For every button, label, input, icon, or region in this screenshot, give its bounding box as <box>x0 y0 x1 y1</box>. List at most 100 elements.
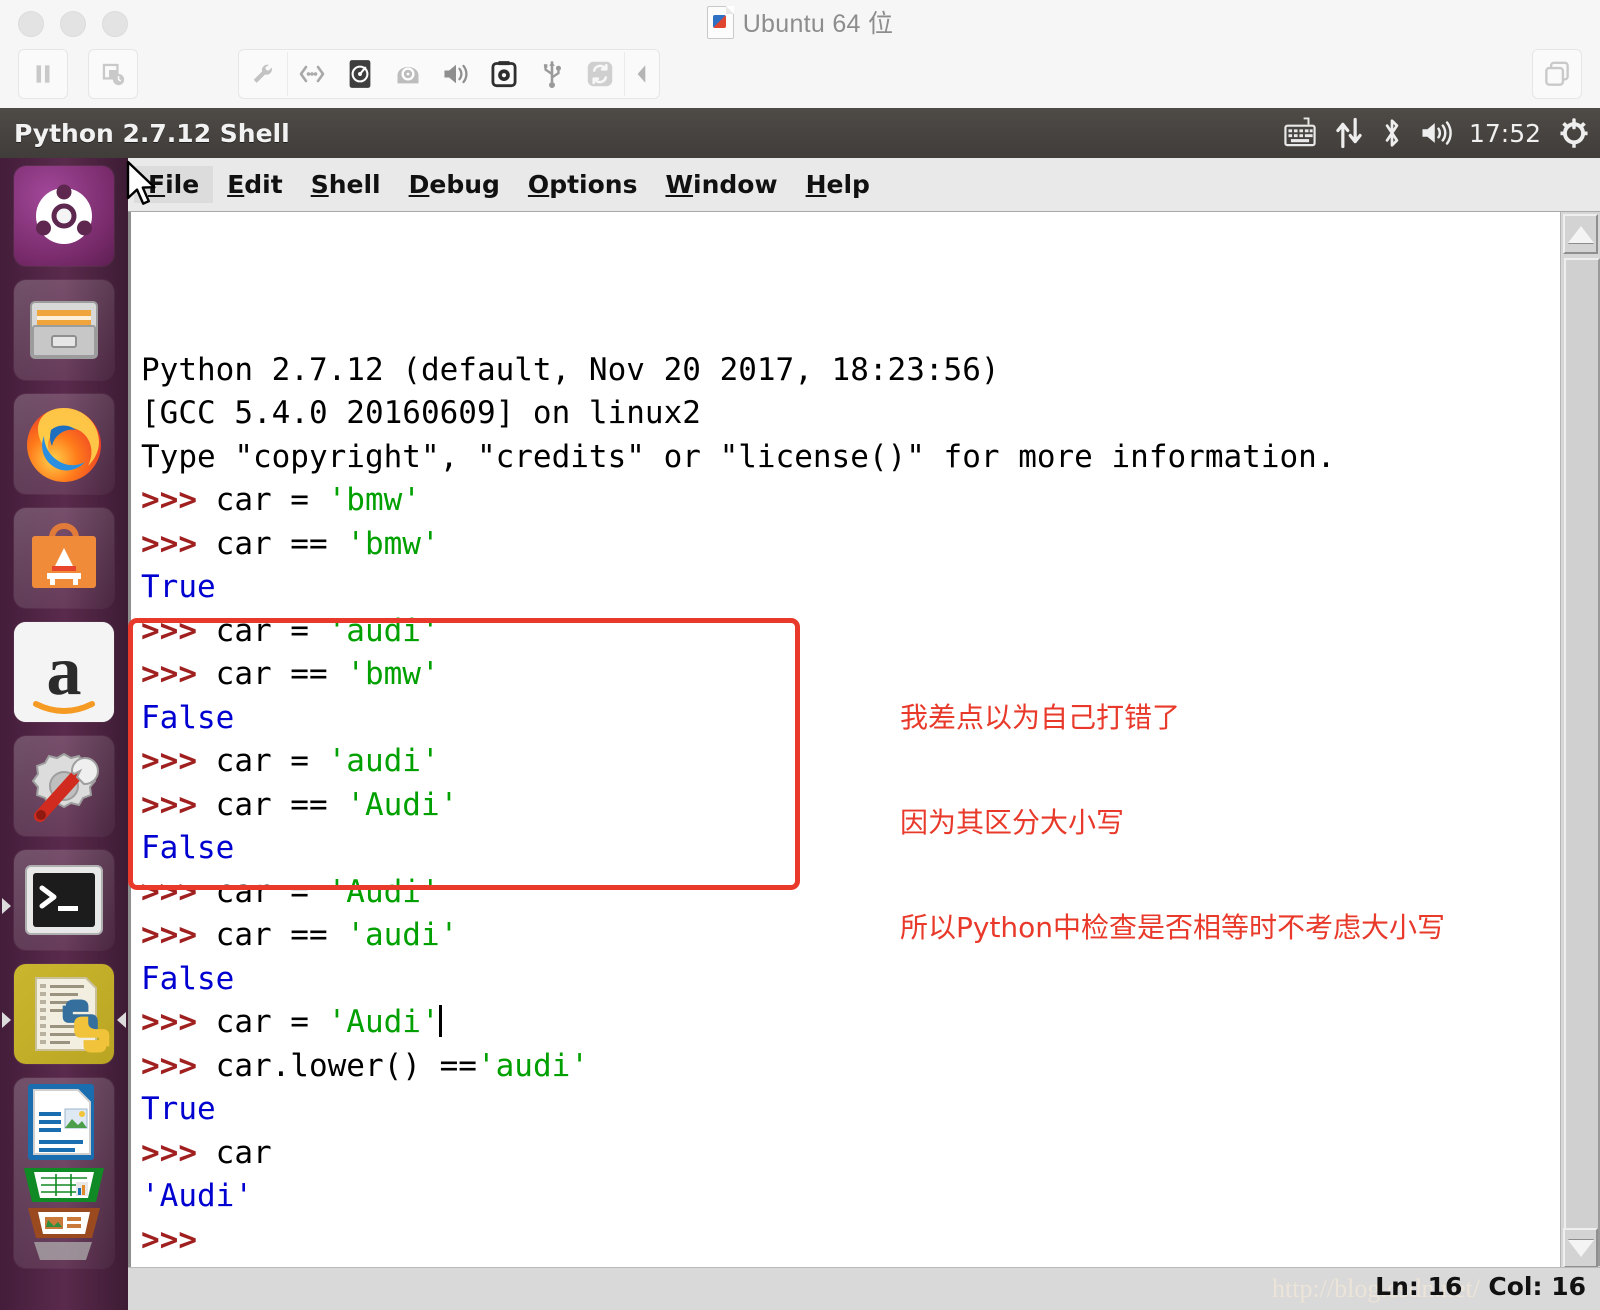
active-window-title: Python 2.7.12 Shell <box>14 118 290 148</box>
bluetooth-icon[interactable] <box>1381 117 1403 149</box>
shell-line: 'Audi' <box>141 1175 1558 1219</box>
shell-token-prompt: >>> <box>141 612 216 649</box>
shell-token-code: car = <box>215 612 328 649</box>
vertical-scrollbar[interactable] <box>1560 212 1600 1270</box>
launcher-item-idle[interactable] <box>14 964 114 1064</box>
shell-token-prompt: >>> <box>141 656 216 692</box>
launcher-item-amazon[interactable]: a <box>14 622 114 722</box>
clock-indicator[interactable]: 17:52 <box>1469 119 1541 148</box>
menu-window-mnemonic: W <box>665 170 694 199</box>
launcher-item-software[interactable] <box>14 508 114 608</box>
shell-line: >>> <box>141 1219 1558 1263</box>
shell-token-code: car == <box>215 786 347 823</box>
cdrom-button[interactable] <box>384 51 432 97</box>
shell-token-code: car = <box>215 873 328 910</box>
menu-debug-mnemonic: D <box>408 170 430 199</box>
shell-line: >>> car == 'bmw' <box>141 523 1558 567</box>
system-tray: 17:52 <box>1283 108 1590 158</box>
menu-debug-label: ebug <box>429 170 500 199</box>
pause-vm-button[interactable] <box>19 51 67 97</box>
shell-line: >>> car = 'bmw' <box>141 479 1558 523</box>
menu-options[interactable]: Options <box>514 166 652 203</box>
vmware-toolbar <box>0 44 1600 106</box>
keyboard-icon[interactable] <box>1283 117 1317 149</box>
launcher-focus-pip-idle <box>117 1012 126 1028</box>
menu-edit-mnemonic: E <box>227 170 245 199</box>
shell-token-code: car = <box>215 482 328 518</box>
shell-token-out: 'Audi' <box>141 1178 253 1214</box>
sync-button[interactable] <box>576 51 624 97</box>
scroll-down-arrow[interactable] <box>1563 1228 1598 1268</box>
shell-line: Python 2.7.12 (default, Nov 20 2017, 18:… <box>141 349 1558 393</box>
shell-token-prompt: >>> <box>141 1004 216 1040</box>
menu-file[interactable]: File <box>134 166 214 203</box>
vertical-scroll-thumb[interactable] <box>1564 258 1600 1266</box>
shell-token-code: car <box>215 1134 272 1171</box>
launcher-item-terminal[interactable] <box>14 850 114 950</box>
launcher-item-files[interactable] <box>14 280 114 380</box>
menu-edit[interactable]: Edit <box>213 166 297 203</box>
scroll-up-arrow[interactable] <box>1563 214 1598 254</box>
shell-token-str: 'Audi' <box>346 786 459 823</box>
vmware-title-row: Ubuntu 64 位 <box>0 0 1600 44</box>
shell-line: Type "copyright", "credits" or "license(… <box>141 436 1558 480</box>
launcher-running-pip-idle <box>2 1012 11 1028</box>
volume-speaker-icon[interactable] <box>1420 118 1452 148</box>
annotation-line-2: 因为其区分大小写 <box>900 806 1125 839</box>
vm-device-button-group <box>238 49 660 99</box>
shell-line: True <box>141 1088 1558 1132</box>
menu-shell-label: hell <box>328 170 381 199</box>
network-arrows-icon[interactable] <box>1334 117 1364 149</box>
idle-menubar: File Edit Shell Debug Options Window Help <box>128 158 1600 212</box>
snapshot-button[interactable] <box>89 51 137 97</box>
menu-window[interactable]: Window <box>651 166 791 203</box>
shell-token-code: Python 2.7.12 (default, Nov 20 2017, 18:… <box>141 351 1000 388</box>
shell-token-prompt: >>> <box>141 917 216 953</box>
shell-token-str: 'audi' <box>476 1047 589 1084</box>
launcher-item-firefox[interactable] <box>14 394 114 494</box>
unity-launcher: a <box>0 158 128 1310</box>
shell-token-code: car = <box>215 1004 328 1040</box>
shell-token-str: 'audi' <box>346 917 459 953</box>
shell-token-code: Type "copyright", "credits" or "license(… <box>141 438 1336 475</box>
settings-button[interactable] <box>239 51 287 97</box>
usb-button[interactable] <box>528 51 576 97</box>
shell-token-prompt: >>> <box>141 873 216 910</box>
annotation-line-3: 所以Python中检查是否相等时不考虑大小写 <box>900 911 1446 944</box>
shell-token-str: 'Audi' <box>327 873 440 910</box>
launcher-item-settings[interactable] <box>14 736 114 836</box>
menu-file-mnemonic: F <box>148 170 166 199</box>
shell-token-out: False <box>141 960 235 997</box>
menu-options-mnemonic: O <box>527 170 550 199</box>
shell-token-out: False <box>141 830 235 866</box>
shell-token-str: 'audi' <box>327 743 440 779</box>
unity-top-panel: Python 2.7.12 Shell 17:52 <box>0 108 1600 158</box>
launcher-item-libreoffice[interactable] <box>14 1078 114 1268</box>
status-line-number: Ln: 16 <box>1375 1272 1463 1301</box>
shell-token-prompt: >>> <box>141 1047 216 1084</box>
collapse-toolbar-button[interactable] <box>625 51 659 97</box>
hard-disk-button[interactable] <box>336 51 384 97</box>
network-button[interactable] <box>288 51 336 97</box>
vmware-window-chrome: Ubuntu 64 位 <box>0 0 1600 109</box>
annotation-line-1: 我差点以为自己打错了 <box>900 701 1181 734</box>
shell-token-code: car.lower() == <box>215 1047 477 1084</box>
menu-help[interactable]: Help <box>792 166 884 203</box>
launcher-item-dash[interactable] <box>14 166 114 266</box>
shell-token-str: 'Audi' <box>327 1004 440 1040</box>
shell-token-prompt: >>> <box>141 786 216 823</box>
menu-debug[interactable]: Debug <box>395 166 514 203</box>
sound-button[interactable] <box>432 51 480 97</box>
vm-snapshot-button-group <box>88 49 138 99</box>
shell-token-code: car = <box>215 743 328 779</box>
shell-token-code: car == <box>215 656 347 692</box>
vm-left-button-group <box>18 49 68 99</box>
menu-edit-label: dit <box>244 170 283 199</box>
svg-text:a: a <box>47 633 82 710</box>
camera-button[interactable] <box>480 51 528 97</box>
menu-help-label: elp <box>826 170 870 199</box>
power-gear-icon[interactable] <box>1558 117 1590 149</box>
menu-shell[interactable]: Shell <box>297 166 395 203</box>
unity-view-button[interactable] <box>1533 51 1581 97</box>
screen: Ubuntu 64 位 Python 2.7.12 Shell 17:52 a … <box>0 0 1600 1310</box>
